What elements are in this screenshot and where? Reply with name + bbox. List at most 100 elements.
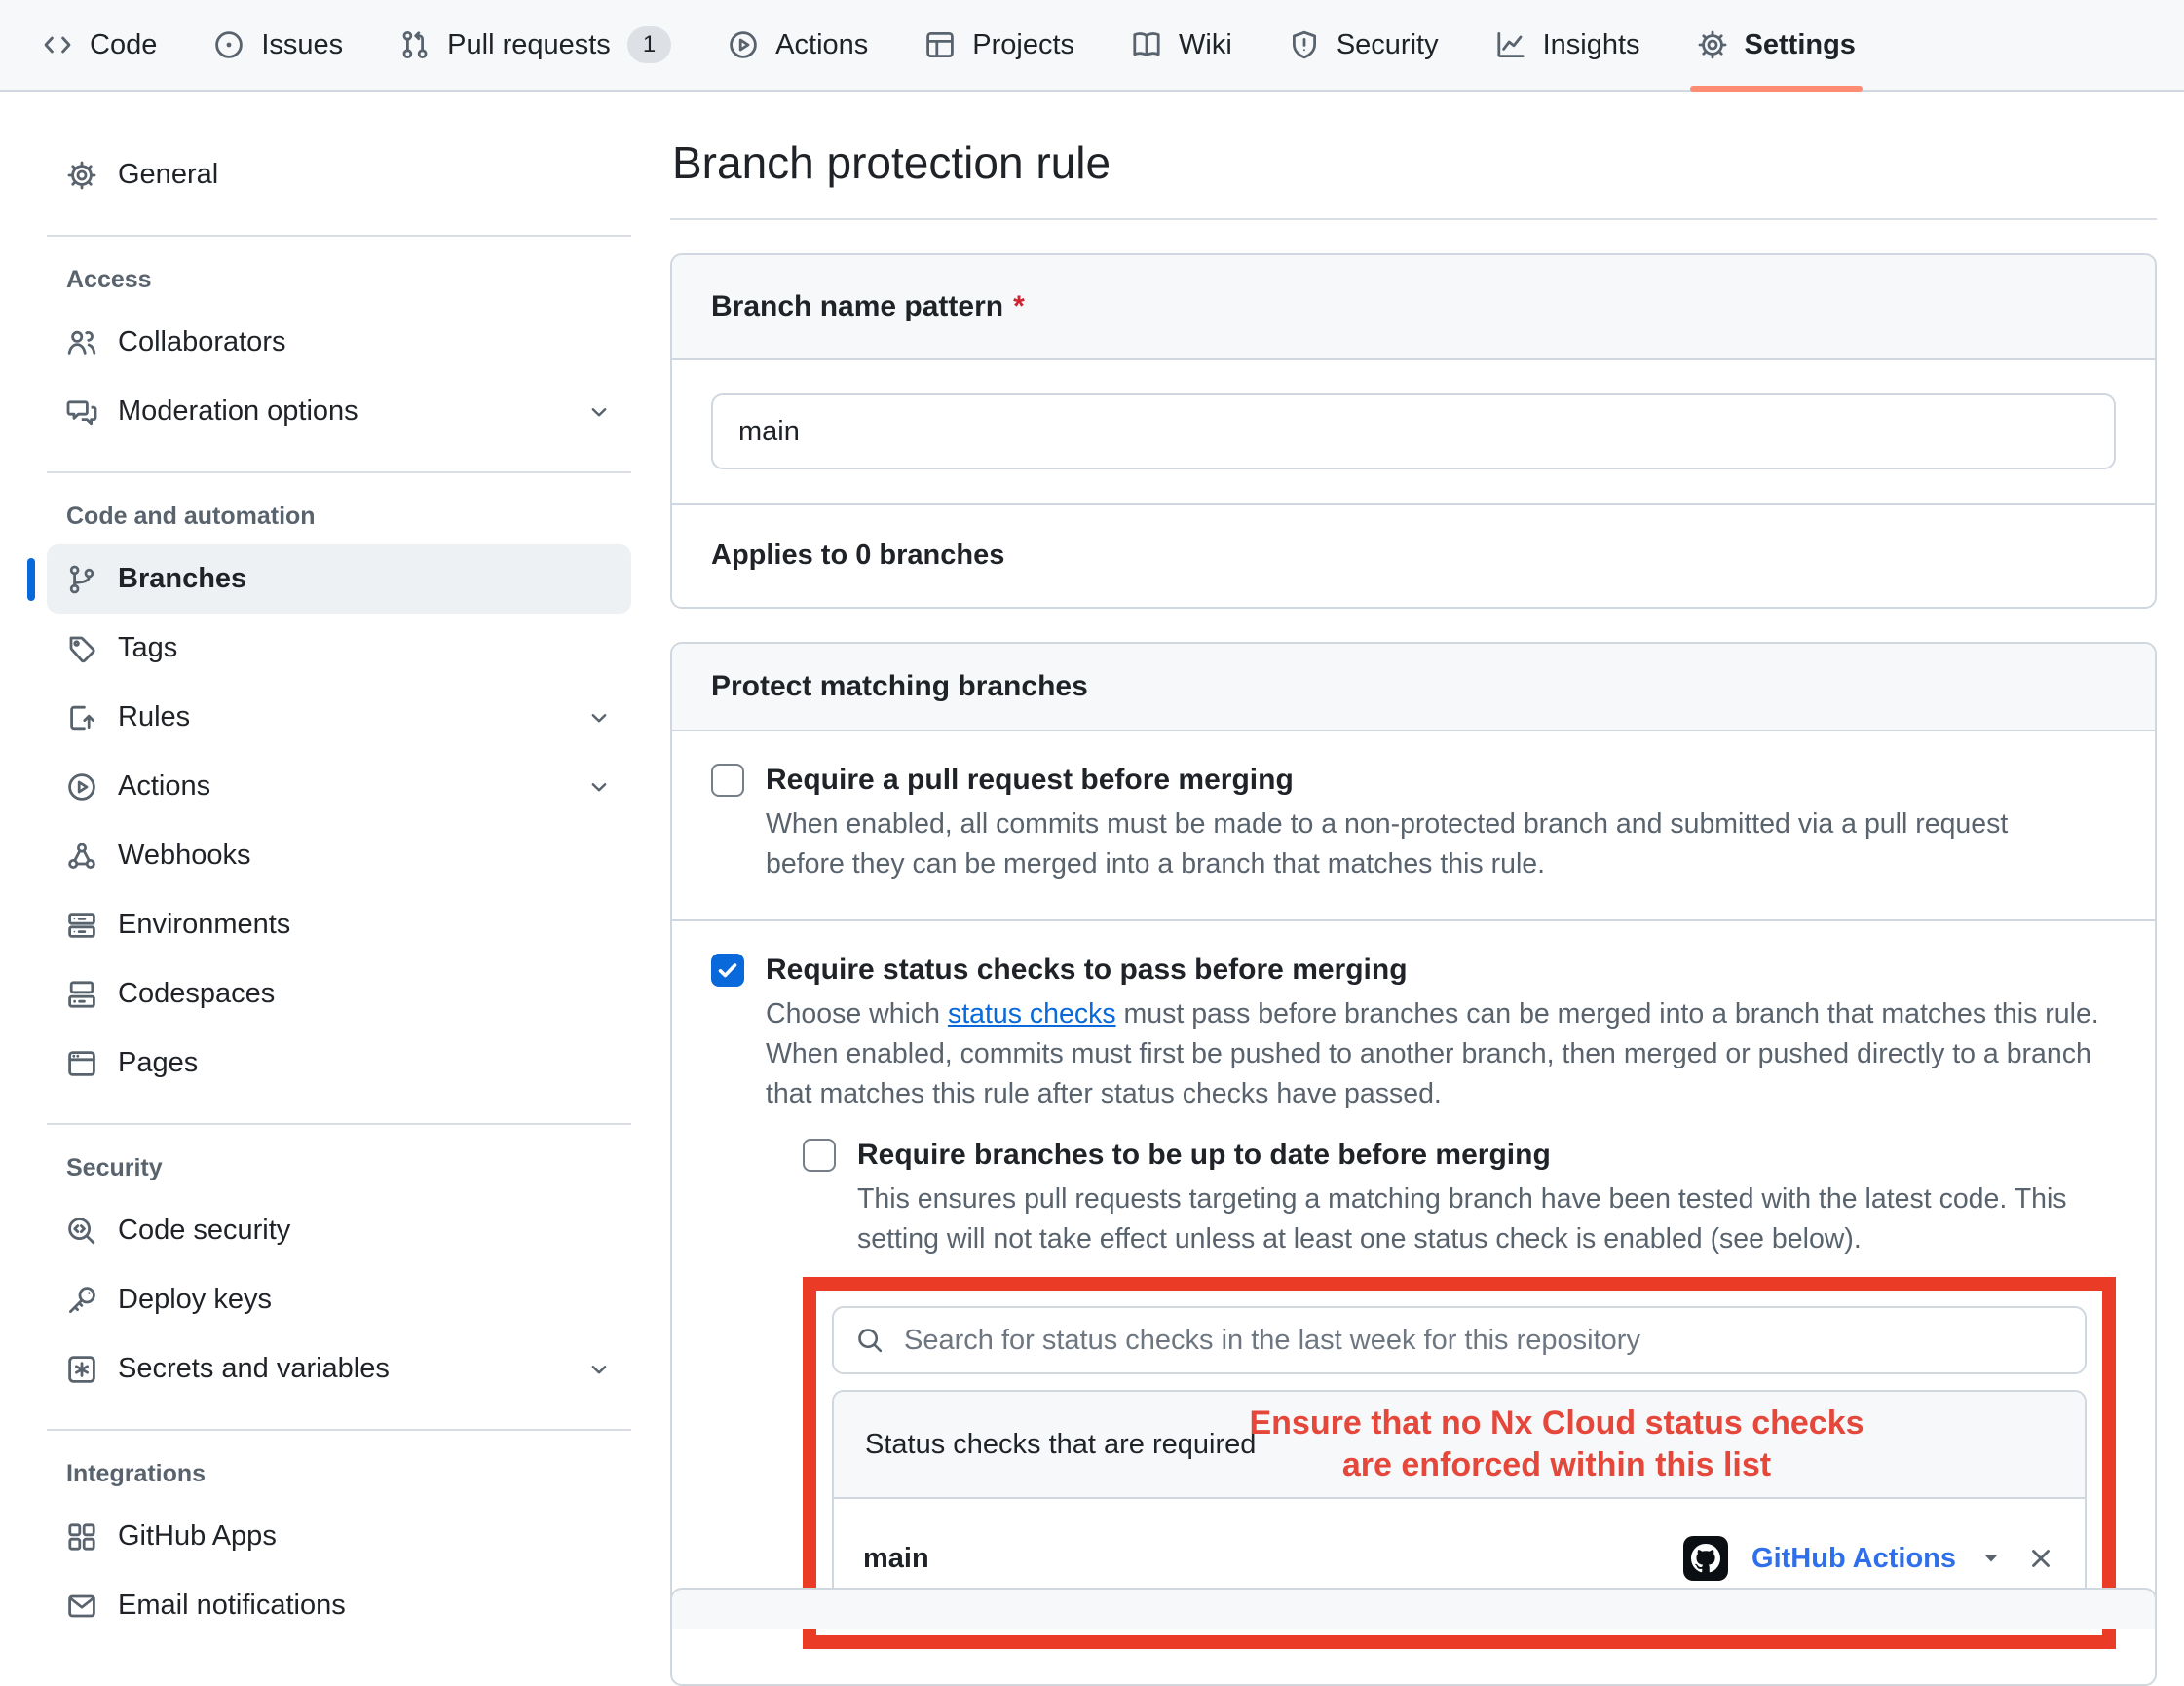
sidebar-item-moderation-options[interactable]: Moderation options <box>47 377 631 446</box>
sidebar-item-label: Codespaces <box>118 978 275 1010</box>
tab-projects[interactable]: Projects <box>896 0 1103 90</box>
settings-sidebar: General Access Collaborators Moderation … <box>0 92 643 1679</box>
tab-settings[interactable]: Settings <box>1669 0 1884 90</box>
sidebar-item-label: GitHub Apps <box>118 1520 277 1553</box>
tab-security[interactable]: Security <box>1261 0 1467 90</box>
sidebar-item-branches[interactable]: Branches <box>47 544 631 614</box>
tab-pull-requests[interactable]: Pull requests 1 <box>371 0 699 90</box>
sidebar-item-code-security[interactable]: Code security <box>47 1196 631 1265</box>
status-checks-link[interactable]: status checks <box>948 998 1116 1030</box>
asterisk-box-icon <box>66 1354 97 1385</box>
sidebar-item-label: Webhooks <box>118 840 251 872</box>
status-check-search-input[interactable] <box>902 1324 2075 1358</box>
require-status-checks-checkbox[interactable] <box>711 954 744 987</box>
caret-down-icon[interactable] <box>1979 1547 2003 1570</box>
sidebar-item-label: Deploy keys <box>118 1284 272 1316</box>
mail-icon <box>66 1591 97 1622</box>
required-status-checks-header: Status checks that are required Ensure t… <box>834 1392 2085 1499</box>
play-icon <box>728 29 759 60</box>
sidebar-item-actions[interactable]: Actions <box>47 752 631 821</box>
require-status-checks-row: Require status checks to pass before mer… <box>672 921 2155 1684</box>
branch-name-input-row <box>672 360 2155 505</box>
sidebar-item-label: Collaborators <box>118 326 285 358</box>
branch-name-pattern-input[interactable] <box>711 393 2116 469</box>
branch-name-pattern-label: Branch name pattern <box>711 290 1003 322</box>
tab-label: Issues <box>261 29 343 61</box>
applies-to-branches-text: Applies to 0 branches <box>672 505 2155 607</box>
sidebar-item-label: Actions <box>118 770 210 803</box>
tab-actions[interactable]: Actions <box>699 0 896 90</box>
sidebar-item-label: General <box>118 159 218 191</box>
remove-status-check-icon[interactable] <box>2026 1544 2055 1573</box>
page-title: Branch protection rule <box>672 136 2157 189</box>
sidebar-item-github-apps[interactable]: GitHub Apps <box>47 1502 631 1571</box>
people-icon <box>66 327 97 358</box>
tab-label: Security <box>1337 29 1439 61</box>
pull-requests-count-badge: 1 <box>627 26 671 63</box>
sidebar-item-secrets-variables[interactable]: Secrets and variables <box>47 1334 631 1404</box>
annotation-line-1: Ensure that no Nx Cloud status checks <box>931 1403 2087 1444</box>
sidebar-divider <box>47 471 631 473</box>
option-description: When enabled, all commits must be made t… <box>766 805 2071 884</box>
sidebar-item-tags[interactable]: Tags <box>47 614 631 683</box>
gear-icon <box>66 160 97 191</box>
table-icon <box>924 29 956 60</box>
tab-code[interactable]: Code <box>14 0 185 90</box>
sidebar-item-environments[interactable]: Environments <box>47 890 631 959</box>
sidebar-section-integrations: Integrations <box>66 1460 631 1488</box>
up-to-date-sub-option: Require branches to be up to date before… <box>803 1136 2116 1259</box>
sidebar-item-label: Moderation options <box>118 395 358 428</box>
sidebar-section-access: Access <box>66 266 631 294</box>
sidebar-item-rules[interactable]: Rules <box>47 683 631 752</box>
tab-label: Insights <box>1543 29 1640 61</box>
sidebar-item-collaborators[interactable]: Collaborators <box>47 308 631 377</box>
sidebar-item-general[interactable]: General <box>47 140 631 209</box>
option-description: Choose which status checks must pass bef… <box>766 994 2116 1114</box>
sidebar-item-label: Secrets and variables <box>118 1353 390 1385</box>
search-icon <box>855 1326 885 1355</box>
description-text: Choose which <box>766 998 948 1030</box>
tab-wiki[interactable]: Wiki <box>1103 0 1261 90</box>
tab-label: Wiki <box>1179 29 1232 61</box>
option-title: Require status checks to pass before mer… <box>766 951 2116 990</box>
sidebar-item-pages[interactable]: Pages <box>47 1029 631 1098</box>
tab-insights[interactable]: Insights <box>1467 0 1669 90</box>
sidebar-item-label: Environments <box>118 909 290 941</box>
protect-matching-branches-header: Protect matching branches <box>672 644 2155 731</box>
sidebar-item-label: Branches <box>118 563 246 595</box>
annotation-line-2: are enforced within this list <box>931 1444 2087 1486</box>
sidebar-item-label: Tags <box>118 632 177 664</box>
github-actions-avatar <box>1683 1536 1728 1581</box>
sidebar-item-webhooks[interactable]: Webhooks <box>47 821 631 890</box>
play-icon <box>66 771 97 803</box>
require-pull-request-checkbox[interactable] <box>711 764 744 797</box>
sidebar-item-deploy-keys[interactable]: Deploy keys <box>47 1265 631 1334</box>
sidebar-divider <box>47 1429 631 1431</box>
tab-label: Code <box>90 29 157 61</box>
chevron-down-icon <box>586 774 612 800</box>
repo-nav: Code Issues Pull requests 1 Actions Proj… <box>0 0 2184 92</box>
code-icon <box>42 29 73 60</box>
git-branch-icon <box>66 564 97 595</box>
server-icon <box>66 910 97 941</box>
tab-issues[interactable]: Issues <box>185 0 371 90</box>
webhook-icon <box>66 841 97 872</box>
branch-name-pattern-card: Branch name pattern* Applies to 0 branch… <box>670 253 2157 609</box>
github-actions-link[interactable]: GitHub Actions <box>1751 1543 1956 1575</box>
title-divider <box>670 218 2157 220</box>
sidebar-item-email-notifications[interactable]: Email notifications <box>47 1571 631 1640</box>
codespaces-icon <box>66 979 97 1010</box>
sidebar-item-codespaces[interactable]: Codespaces <box>47 959 631 1029</box>
branch-name-pattern-header: Branch name pattern* <box>672 255 2155 360</box>
status-check-search-box <box>832 1306 2087 1374</box>
required-status-checks-card: Status checks that are required Ensure t… <box>832 1390 2087 1620</box>
sidebar-item-label: Code security <box>118 1215 290 1247</box>
book-icon <box>1131 29 1162 60</box>
require-up-to-date-checkbox[interactable] <box>803 1139 836 1172</box>
sidebar-item-label: Rules <box>118 701 190 733</box>
comment-discussion-icon <box>66 396 97 428</box>
apps-icon <box>66 1521 97 1553</box>
require-pull-request-row: Require a pull request before merging Wh… <box>672 731 2155 921</box>
chevron-down-icon <box>586 705 612 731</box>
sidebar-divider <box>47 235 631 237</box>
